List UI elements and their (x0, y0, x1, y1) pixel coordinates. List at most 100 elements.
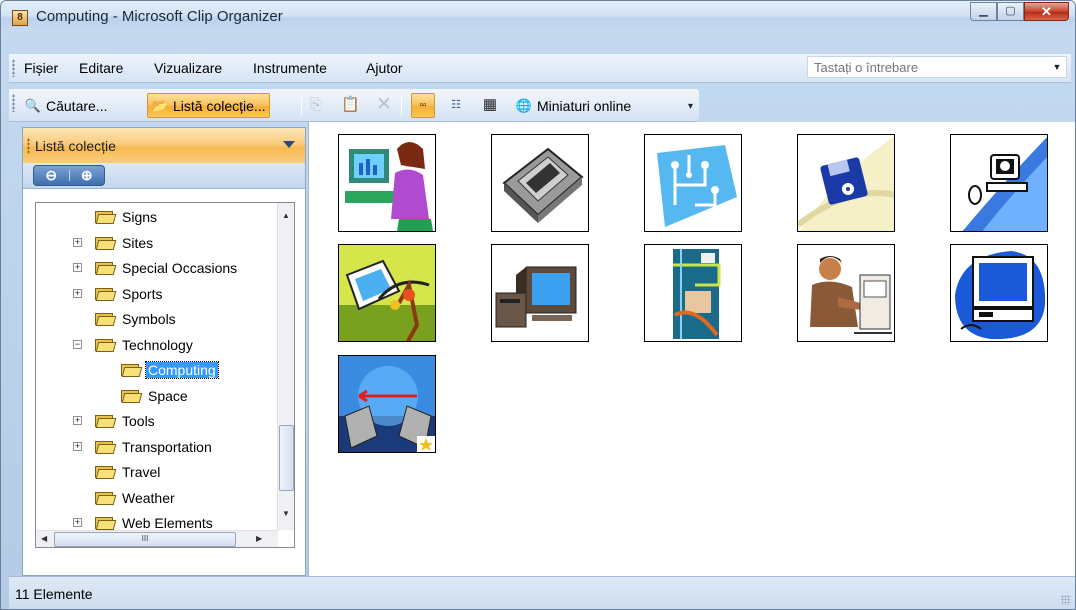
tree-item[interactable]: Space (120, 384, 190, 408)
collection-tree[interactable]: Signs + Sites + Special Occasions + Sports Symb… (35, 202, 295, 548)
collection-list-pane: Listă colecție ⊖ ⊕ Signs + Sites + Special O… (22, 127, 306, 576)
back-arrow-icon[interactable]: ⊖ (34, 166, 69, 185)
tree-item-label: Space (148, 387, 188, 404)
thumbnails-view-button[interactable]: ▫▫ (411, 93, 435, 118)
tree-item-label: Web Elements (122, 515, 213, 531)
tree-item[interactable]: Signs (94, 205, 159, 229)
tree-item[interactable]: + Transportation (73, 435, 214, 459)
pane-menu-dropdown-icon[interactable] (283, 141, 295, 148)
copy-icon[interactable]: ⎘ (307, 96, 325, 114)
laptops-exchange-icon (339, 356, 435, 452)
online-clips-button[interactable]: 🌐 Miniaturi online (512, 93, 634, 118)
tree-item[interactable]: Symbols (94, 307, 178, 331)
scroll-right-icon[interactable]: ▶ (256, 534, 262, 543)
clip-thumbnail[interactable] (950, 134, 1048, 232)
menu-file[interactable]: Fișier (24, 60, 58, 76)
minimize-button[interactable]: ▁ (970, 2, 997, 21)
close-button[interactable]: ✕ (1024, 2, 1069, 21)
tree-item[interactable]: Travel (94, 460, 162, 484)
list-view-icon[interactable]: ☷ (447, 96, 465, 114)
app-icon[interactable]: 8 (12, 10, 28, 26)
status-bar: 11 Elemente (9, 576, 1075, 609)
tree-item-label: Technology (122, 336, 193, 353)
toolbar-separator (401, 97, 402, 115)
tree-item[interactable]: + Sports (73, 282, 164, 306)
clip-thumbnail[interactable] (338, 134, 436, 232)
scroll-up-icon[interactable]: ▲ (282, 211, 290, 220)
pane-grip[interactable] (27, 138, 30, 154)
tree-item-label: Transportation (122, 438, 212, 455)
tree-item-label: Travel (122, 464, 161, 480)
menu-edit[interactable]: Editare (79, 60, 123, 76)
folder-icon (94, 235, 117, 251)
folder-icon (94, 286, 117, 302)
expand-icon[interactable]: + (73, 288, 82, 298)
search-button[interactable]: 🔍 Căutare... (21, 93, 110, 118)
forward-arrow-icon[interactable]: ⊕ (70, 166, 105, 185)
tree-item[interactable]: − Technology (73, 333, 195, 357)
expand-icon[interactable]: + (73, 237, 82, 247)
scroll-left-icon[interactable]: ◀ (41, 534, 47, 543)
tree-item-label: Computing (145, 361, 219, 379)
folder-icon (94, 337, 117, 353)
clip-thumbnail[interactable] (797, 134, 895, 232)
menu-help[interactable]: Ajutor (366, 60, 403, 76)
tree-item-label: Special Occasions (122, 260, 238, 276)
floppy-disk-icon (798, 135, 894, 231)
crt-computer-icon (492, 245, 588, 341)
pane-navigation-bar: ⊖ ⊕ (23, 163, 305, 189)
online-clips-button-label: Miniaturi online (537, 97, 632, 114)
window-controls: ▁ ▢ ✕ (970, 2, 1069, 22)
horizontal-scroll-thumb[interactable]: III (54, 532, 236, 547)
pane-header[interactable]: Listă colecție (23, 128, 305, 163)
tree-item-label: Weather (122, 489, 175, 506)
collapse-icon[interactable]: − (73, 339, 82, 349)
folder-icon (94, 490, 117, 506)
paste-icon[interactable]: 📋 (341, 96, 360, 114)
expand-icon[interactable]: + (73, 441, 82, 451)
scroll-down-icon[interactable]: ▼ (282, 509, 290, 518)
details-view-icon[interactable]: ▦ (481, 96, 499, 114)
tree-item[interactable]: + Tools (73, 409, 157, 433)
clip-thumbnail[interactable] (797, 244, 895, 342)
tree-item-label: Symbols (122, 311, 176, 327)
title-bar[interactable]: 8 Computing - Microsoft Clip Organizer ▁… (1, 1, 1075, 33)
maximize-button[interactable]: ▢ (997, 2, 1024, 21)
folder-icon (120, 388, 143, 404)
toolbar-grip[interactable] (12, 94, 15, 112)
pane-title: Listă colecție (35, 138, 116, 154)
globe-icon: 🌐 (515, 97, 533, 113)
clip-thumbnail[interactable] (338, 244, 436, 342)
tree-horizontal-scrollbar[interactable]: ◀ III ▶ (36, 530, 278, 547)
collection-list-button[interactable]: 📂 Listă colecție... (147, 93, 270, 118)
clip-thumbnail[interactable] (338, 355, 436, 453)
toolbar-options-icon[interactable]: ▾ (688, 101, 693, 112)
menubar-grip[interactable] (12, 59, 15, 77)
expand-icon[interactable]: + (73, 263, 82, 272)
clip-thumbnail[interactable] (644, 244, 742, 342)
clip-thumbnail[interactable] (491, 244, 589, 342)
abstract-network-icon (339, 245, 435, 341)
ask-dropdown-icon[interactable]: ▼ (1048, 57, 1066, 77)
tree-item-label: Signs (122, 209, 158, 225)
clip-thumbnail[interactable] (644, 134, 742, 232)
vertical-scroll-thumb[interactable] (279, 425, 294, 491)
folder-icon: 📂 (151, 97, 169, 113)
clip-thumbnail[interactable] (950, 244, 1048, 342)
ask-question-input[interactable] (808, 57, 1046, 77)
circuit-collage-icon (645, 245, 741, 341)
tree-item[interactable]: Computing (120, 358, 219, 382)
expand-icon[interactable]: + (73, 518, 82, 527)
menu-view[interactable]: Vizualizare (154, 60, 222, 76)
menu-tools[interactable]: Instrumente (253, 60, 327, 76)
toolbar: 🔍 Căutare... 📂 Listă colecție... ⎘ 📋 ✕ ▫… (9, 89, 699, 122)
tree-vertical-scrollbar[interactable]: ▲ ▼ (277, 203, 294, 530)
delete-icon[interactable]: ✕ (375, 95, 393, 114)
tree-item[interactable]: Weather (94, 486, 177, 510)
expand-icon[interactable]: + (73, 416, 82, 425)
tree-item[interactable]: + Sites (73, 231, 155, 255)
tree-item-label: Tools (122, 413, 155, 429)
resize-grip[interactable] (1061, 595, 1071, 605)
clip-thumbnail[interactable] (491, 134, 589, 232)
tree-item[interactable]: + Special Occasions (73, 256, 239, 280)
